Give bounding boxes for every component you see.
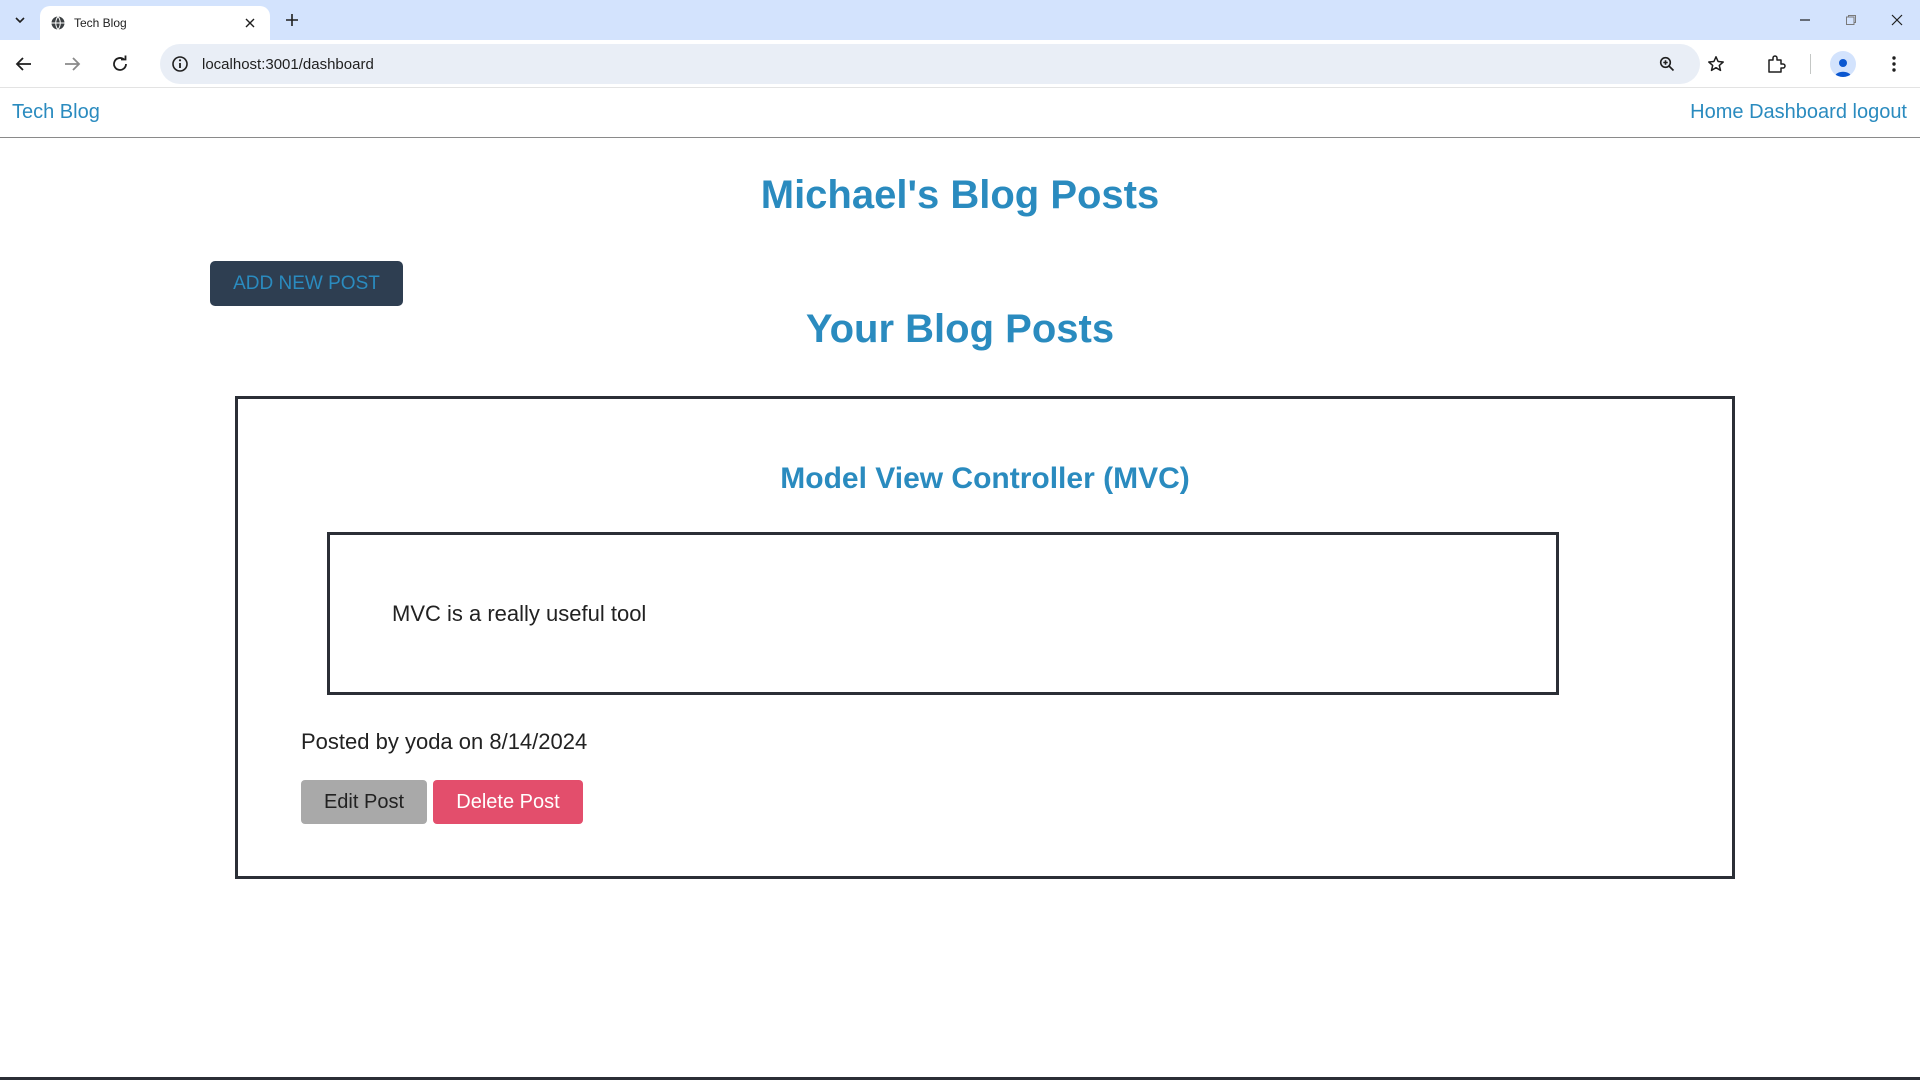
nav-link-home[interactable]: Home <box>1690 101 1743 123</box>
post-content: MVC is a really useful tool <box>392 601 647 626</box>
close-icon[interactable] <box>240 13 260 33</box>
extensions-icon[interactable] <box>1760 48 1792 80</box>
forward-arrow-icon[interactable] <box>56 48 88 80</box>
post-body: MVC is a really useful tool <box>327 532 1559 695</box>
section-title: Your Blog Posts <box>805 307 1115 351</box>
browser-toolbar: localhost:3001/dashboard <box>0 40 1920 88</box>
menu-dots-icon[interactable] <box>1878 48 1910 80</box>
star-icon[interactable] <box>1700 48 1732 80</box>
page-viewport: Tech Blog Home Dashboard logout Michael'… <box>0 89 1920 1080</box>
nav-links: Home Dashboard logout <box>1690 101 1907 124</box>
site-navbar: Tech Blog Home Dashboard logout <box>0 89 1920 138</box>
close-window-icon[interactable] <box>1874 4 1920 36</box>
minimize-icon[interactable] <box>1782 4 1828 36</box>
tab-title: Tech Blog <box>74 16 127 30</box>
zoom-icon[interactable] <box>1653 50 1681 78</box>
post-actions: Edit Post Delete Post <box>301 780 583 824</box>
url-text[interactable]: localhost:3001/dashboard <box>202 56 374 73</box>
post-title[interactable]: Model View Controller (MVC) <box>238 462 1732 496</box>
add-new-post-button[interactable]: ADD NEW POST <box>210 261 403 306</box>
back-arrow-icon[interactable] <box>8 48 40 80</box>
brand-link[interactable]: Tech Blog <box>12 101 100 124</box>
browser-tab[interactable]: Tech Blog <box>40 6 270 40</box>
restore-icon[interactable] <box>1828 4 1874 36</box>
post-meta: Posted by yoda on 8/14/2024 <box>301 729 588 754</box>
post-card: Model View Controller (MVC) MVC is a rea… <box>235 396 1735 879</box>
edit-post-button[interactable]: Edit Post <box>301 780 427 824</box>
nav-link-logout[interactable]: logout <box>1853 101 1908 123</box>
site-info-icon[interactable] <box>166 50 194 78</box>
address-bar[interactable]: localhost:3001/dashboard <box>160 44 1700 84</box>
tab-list-icon[interactable] <box>8 8 32 32</box>
profile-icon[interactable] <box>1827 48 1859 80</box>
page-title: Michael's Blog Posts <box>760 173 1160 217</box>
delete-post-button[interactable]: Delete Post <box>433 780 583 824</box>
nav-link-dashboard[interactable]: Dashboard <box>1749 101 1847 123</box>
plus-icon[interactable] <box>280 8 304 32</box>
reload-icon[interactable] <box>104 48 136 80</box>
browser-tabstrip: Tech Blog <box>0 0 1920 40</box>
toolbar-divider <box>1810 54 1811 74</box>
globe-icon <box>50 15 66 31</box>
